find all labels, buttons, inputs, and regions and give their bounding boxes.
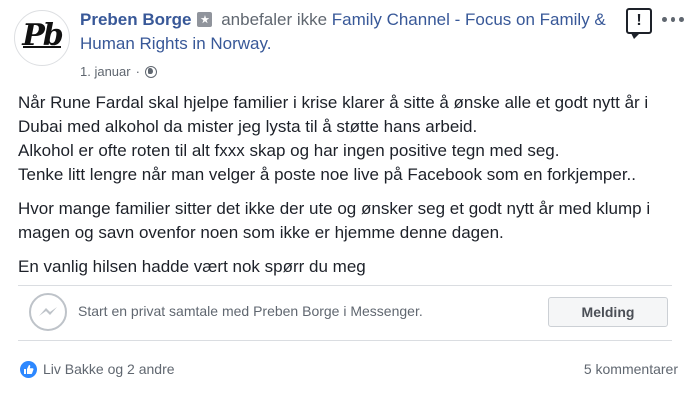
post-headline: Preben Borge anbefaler ikke Family Chann… (80, 8, 628, 56)
meta-separator: · (135, 64, 140, 79)
recommendation-post: Pb Preben Borge anbefaler ikke Family Ch… (0, 0, 692, 402)
post-paragraph-line: Alkohol er ofte roten til alt fxxx skap … (18, 141, 560, 160)
reactions-summary-link[interactable]: Liv Bakke og 2 andre (43, 361, 175, 377)
post-footer: Liv Bakke og 2 andre 5 kommentarer (0, 352, 692, 388)
post-paragraph-line: Tenke litt lengre når man velger å poste… (18, 165, 637, 184)
post-paragraph: En vanlig hilsen hadde vært nok spørr du… (18, 257, 366, 276)
like-reaction-icon[interactable] (20, 361, 37, 378)
post-body: Når Rune Fardal skal hjelpe familier i k… (18, 91, 682, 289)
post-paragraph-line: Når Rune Fardal skal hjelpe familier i k… (18, 93, 649, 136)
report-icon[interactable]: ! (626, 8, 652, 39)
post-meta: 1. januar · (80, 64, 157, 79)
post-date-link[interactable]: 1. januar (80, 64, 131, 79)
messenger-promo: Start en privat samtale med Preben Borge… (18, 285, 672, 341)
author-name-link[interactable]: Preben Borge (80, 10, 191, 29)
post-paragraph: Når Rune Fardal skal hjelpe familier i k… (18, 91, 682, 187)
report-symbol: ! (636, 12, 642, 29)
globe-icon[interactable] (144, 65, 157, 78)
author-avatar[interactable]: Pb (14, 10, 70, 66)
recommendation-action: anbefaler ikke (221, 10, 328, 29)
post-paragraph: Hvor mange familier sitter det ikke der … (18, 199, 651, 242)
star-badge-icon (197, 12, 213, 27)
more-options-icon[interactable] (662, 16, 685, 22)
avatar-logo-underline (23, 46, 61, 48)
messenger-prompt: Start en privat samtale med Preben Borge… (78, 303, 423, 319)
comments-count-link[interactable]: 5 kommentarer (584, 361, 678, 377)
message-button[interactable]: Melding (548, 297, 668, 327)
messenger-icon (29, 293, 67, 331)
